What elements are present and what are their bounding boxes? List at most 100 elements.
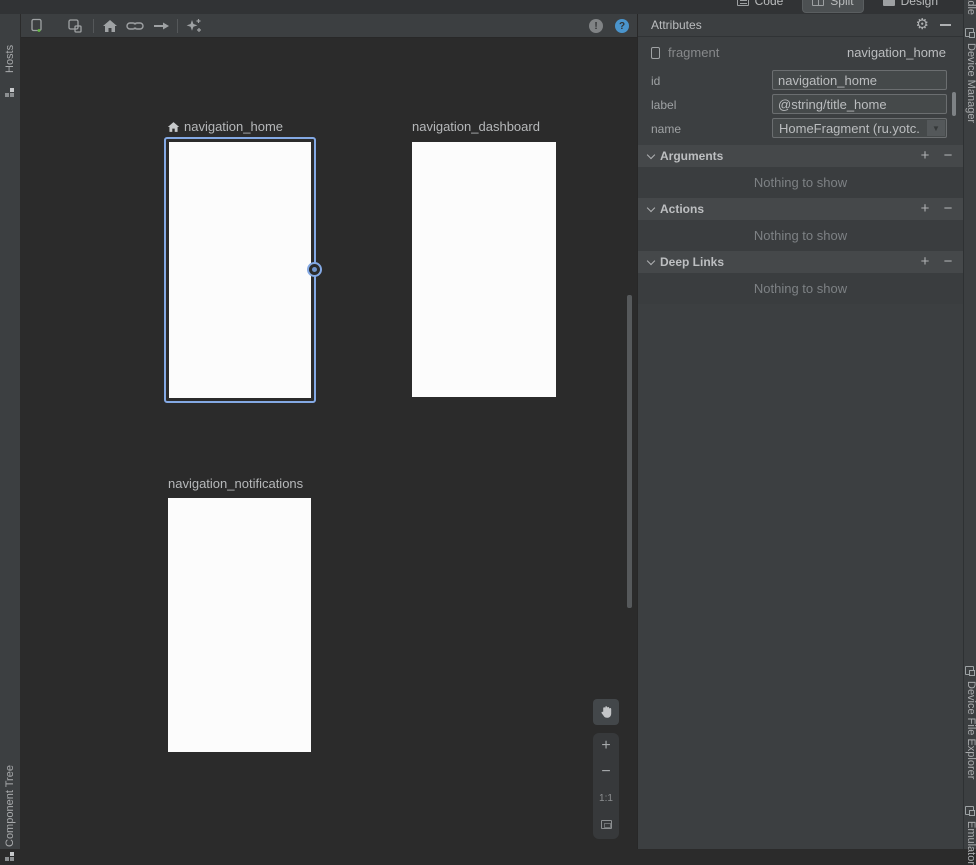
attributes-title: Attributes	[651, 18, 702, 32]
nested-graph-icon	[67, 18, 84, 34]
fragment-notifications-label-row[interactable]: navigation_notifications	[168, 476, 303, 491]
assign-start-destination-button[interactable]	[99, 17, 121, 35]
split-icon	[812, 0, 824, 6]
emulator-icon[interactable]	[965, 806, 974, 815]
hand-icon	[599, 705, 614, 720]
right-tool-stripe: Gradle Device Manager Device File Explor…	[963, 0, 976, 849]
action-connection-handle[interactable]	[307, 262, 322, 277]
fragment-icon	[651, 47, 660, 59]
remove-action-button[interactable]: −	[940, 199, 956, 219]
plus-icon: +	[601, 737, 610, 755]
editor-mode-tabs: Code Split Design	[728, 0, 947, 13]
pan-button[interactable]	[593, 699, 619, 725]
nested-graph-button[interactable]	[64, 17, 86, 35]
section-arguments-header[interactable]: Arguments + −	[638, 145, 963, 167]
toolbar-separator	[93, 19, 94, 33]
zoom-actual-size-button[interactable]: 1:1	[593, 785, 619, 811]
fragment-home-label-row[interactable]: navigation_home	[167, 119, 283, 134]
android-studio-navigation-editor: { "colors": { "topbar_bg": "#313335", "p…	[0, 0, 976, 849]
chevron-down-icon: ▼	[927, 120, 945, 136]
hosts-icon[interactable]	[5, 88, 14, 97]
sidebar-tab-device-manager[interactable]: Device Manager	[965, 43, 976, 123]
sidebar-tab-device-file-explorer[interactable]: Device File Explorer	[965, 681, 976, 779]
zoom-out-button[interactable]: −	[593, 759, 619, 785]
section-title: Actions	[660, 202, 704, 216]
component-tree-icon[interactable]	[5, 852, 14, 861]
warning-indicator[interactable]: !	[589, 19, 603, 33]
name-dropdown-value: HomeFragment (ru.yotc.	[779, 121, 926, 136]
field-label-id: id	[651, 74, 660, 88]
zoom-in-button[interactable]: +	[593, 733, 619, 759]
code-icon	[737, 0, 749, 6]
sidebar-tab-emulator[interactable]: Emulator	[965, 821, 976, 865]
field-label-label: label	[651, 98, 676, 112]
help-icon: ?	[619, 21, 625, 32]
fragment-label: navigation_dashboard	[412, 119, 540, 134]
section-actions-header[interactable]: Actions + −	[638, 198, 963, 220]
home-icon	[102, 19, 118, 33]
tab-code[interactable]: Code	[728, 0, 793, 12]
fragment-label: navigation_home	[184, 119, 283, 134]
section-deep-links-header[interactable]: Deep Links + −	[638, 251, 963, 273]
add-argument-button[interactable]: +	[917, 146, 933, 166]
fragment-home-preview	[169, 142, 311, 398]
auto-arrange-button[interactable]	[183, 17, 205, 35]
remove-deep-link-button[interactable]: −	[940, 252, 956, 272]
new-destination-button[interactable]	[26, 17, 48, 35]
section-title: Deep Links	[660, 255, 724, 269]
arrow-icon	[153, 21, 170, 31]
chevron-down-icon	[647, 257, 655, 265]
fragment-dashboard-card[interactable]	[412, 142, 556, 397]
zoom-controls: + − 1:1	[593, 733, 619, 839]
minus-icon: −	[601, 763, 610, 781]
id-field[interactable]	[772, 70, 947, 90]
tab-design[interactable]: Design	[874, 0, 947, 12]
left-tool-stripe: Hosts Component Tree	[0, 14, 20, 849]
hide-panel-icon[interactable]	[940, 24, 951, 26]
zoom-to-fit-button[interactable]	[593, 811, 619, 837]
attributes-panel: Attributes ⚙ fragment navigation_home id…	[637, 14, 963, 849]
gear-icon[interactable]: ⚙	[916, 16, 929, 34]
arguments-empty-text: Nothing to show	[638, 167, 963, 198]
toolbar-separator	[177, 19, 178, 33]
attributes-scrollbar[interactable]	[952, 92, 956, 116]
fragment-notifications-card[interactable]	[168, 498, 311, 752]
sidebar-tab-component-tree[interactable]: Component Tree	[4, 765, 16, 847]
device-manager-icon[interactable]	[965, 28, 974, 37]
attributes-header: Attributes ⚙	[638, 14, 963, 37]
label-field[interactable]	[772, 94, 947, 114]
tab-code-label: Code	[755, 0, 784, 8]
component-type: fragment	[668, 45, 719, 60]
actions-empty-text: Nothing to show	[638, 220, 963, 251]
zoom-actual-size-label: 1:1	[599, 793, 613, 804]
tab-design-label: Design	[901, 0, 938, 8]
editor-mode-bar: Code Split Design	[0, 0, 963, 14]
device-file-explorer-icon[interactable]	[965, 666, 974, 675]
design-icon	[883, 0, 895, 6]
canvas-vertical-scrollbar[interactable]	[627, 295, 632, 608]
action-button[interactable]	[150, 17, 172, 35]
fragment-home-card[interactable]	[164, 137, 316, 403]
section-title: Arguments	[660, 149, 723, 163]
new-destination-icon	[29, 18, 45, 34]
name-dropdown[interactable]: HomeFragment (ru.yotc. ▼	[772, 118, 947, 138]
start-destination-home-icon	[167, 121, 180, 133]
remove-argument-button[interactable]: −	[940, 146, 956, 166]
add-action-button[interactable]: +	[917, 199, 933, 219]
deep-links-empty-text: Nothing to show	[638, 273, 963, 304]
fragment-dashboard-label-row[interactable]: navigation_dashboard	[412, 119, 540, 134]
chevron-down-icon	[647, 204, 655, 212]
auto-arrange-icon	[185, 18, 203, 34]
chevron-down-icon	[647, 151, 655, 159]
help-button[interactable]: ?	[615, 19, 629, 33]
component-id: navigation_home	[847, 45, 946, 60]
link-icon	[126, 20, 144, 32]
sidebar-tab-gradle[interactable]: Gradle	[965, 0, 976, 15]
navigation-graph-canvas[interactable]: navigation_home navigation_dashboard nav…	[21, 38, 637, 849]
field-label-name: name	[651, 122, 681, 136]
zoom-fit-icon	[601, 820, 612, 829]
sidebar-tab-hosts[interactable]: Hosts	[4, 45, 16, 73]
tab-split[interactable]: Split	[802, 0, 863, 13]
deep-link-button[interactable]	[124, 17, 146, 35]
add-deep-link-button[interactable]: +	[917, 252, 933, 272]
